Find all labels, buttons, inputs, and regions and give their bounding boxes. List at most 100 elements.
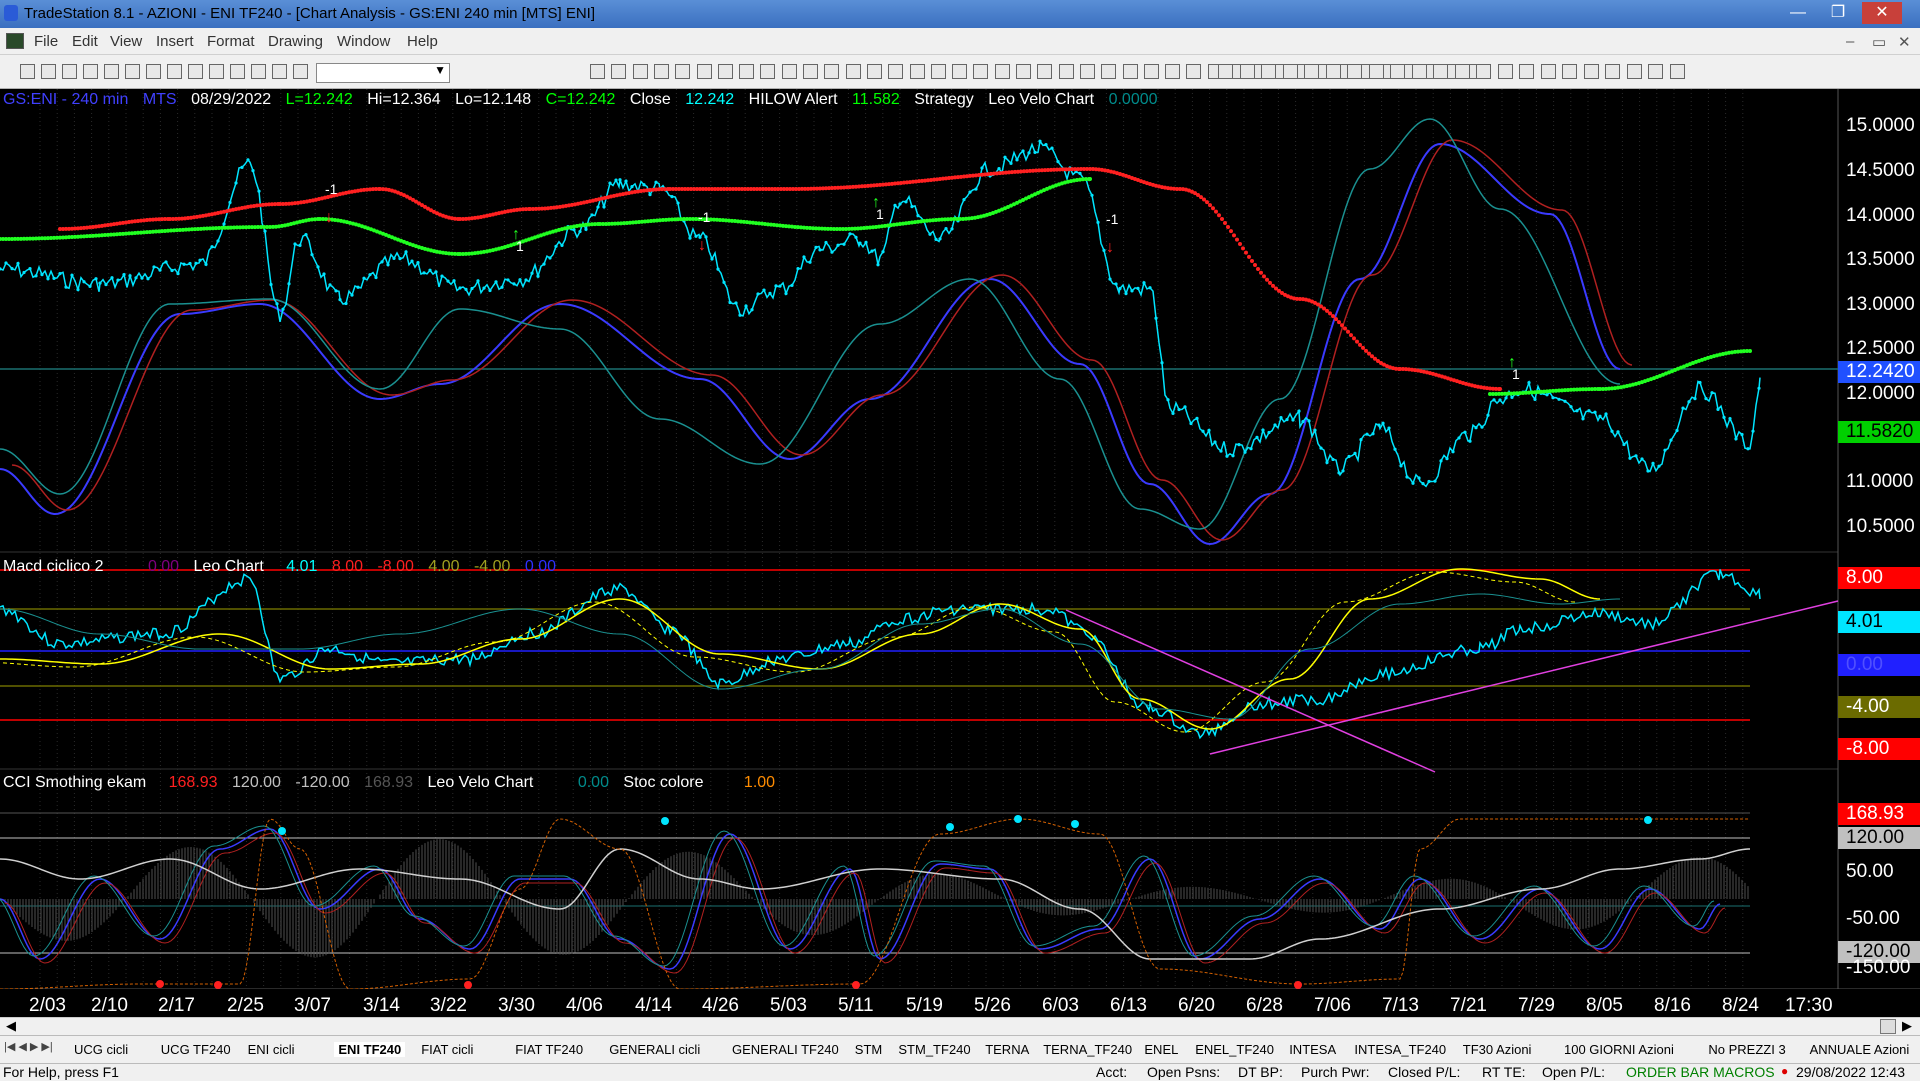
chart-area[interactable]: -1 ↓ -1 ↓ -1 ↓ 1 ↑ 1 ↑ 1 ↑ GS:ENI - 240 min MTS 08/… — [0, 89, 1920, 989]
tab-ucg-tf240[interactable]: UCG TF240 — [161, 1042, 231, 1057]
tab-generali-tf240[interactable]: GENERALI TF240 — [732, 1042, 839, 1057]
toolbar-button-icon[interactable] — [1368, 64, 1384, 79]
menu-view[interactable]: View — [110, 33, 142, 50]
toolbar-button-icon[interactable] — [888, 64, 904, 79]
menu-drawing[interactable]: Drawing — [268, 33, 323, 50]
toolbar-button-icon[interactable] — [632, 64, 648, 79]
tab-enel-tf240[interactable]: ENEL_TF240 — [1195, 1042, 1274, 1057]
chart-canvas[interactable]: -1↓ -1↓-1↓1↑1↑1↑ — [0, 89, 1920, 989]
toolbar-button-icon[interactable] — [1122, 64, 1138, 79]
toolbar-button-icon[interactable] — [1304, 64, 1319, 79]
toolbar-button-icon[interactable] — [1540, 64, 1556, 79]
toolbar-button-icon[interactable] — [1433, 64, 1448, 79]
mdi-minimize-button[interactable]: – — [1846, 33, 1854, 50]
toolbar-button-icon[interactable] — [696, 64, 712, 79]
toolbar-button-icon[interactable] — [1411, 64, 1427, 79]
horizontal-scrollbar[interactable]: ◀ ▶ — [0, 1017, 1920, 1036]
toolbar-button-icon[interactable] — [866, 64, 882, 79]
tab-intesa[interactable]: INTESA — [1289, 1042, 1336, 1057]
toolbar-button-icon[interactable] — [675, 64, 691, 79]
toolbar-button-icon[interactable] — [230, 64, 245, 79]
scroll-left-icon[interactable]: ◀ — [6, 1018, 16, 1034]
toolbar-button-icon[interactable] — [62, 64, 77, 79]
tab-no-prezzi-3[interactable]: No PREZZI 3 — [1708, 1042, 1785, 1057]
toolbar-button-icon[interactable] — [188, 64, 203, 79]
chevron-down-icon[interactable]: ▼ — [434, 63, 446, 77]
toolbar-button-icon[interactable] — [146, 64, 161, 79]
toolbar-button-icon[interactable] — [1519, 64, 1534, 79]
minimize-button[interactable]: — — [1778, 2, 1818, 24]
scroll-thumb[interactable] — [1880, 1019, 1896, 1034]
menu-file[interactable]: File — [34, 33, 58, 50]
toolbar-button-icon[interactable] — [611, 64, 627, 79]
mdi-restore-button[interactable]: ▭ — [1872, 33, 1886, 51]
toolbar-button-icon[interactable] — [1058, 64, 1074, 79]
toolbar-button-icon[interactable] — [781, 64, 797, 79]
toolbar-button-icon[interactable] — [1239, 64, 1255, 79]
tab-ucg-cicli[interactable]: UCG cicli — [74, 1042, 128, 1057]
toolbar-button-icon[interactable] — [1143, 64, 1159, 79]
toolbar-button-icon[interactable] — [1165, 64, 1181, 79]
toolbar-button-icon[interactable] — [930, 64, 946, 79]
toolbar-button-icon[interactable] — [653, 64, 669, 79]
toolbar-button-icon[interactable] — [994, 64, 1010, 79]
toolbar-button-icon[interactable] — [251, 64, 266, 79]
toolbar-button-icon[interactable] — [1497, 64, 1513, 79]
toolbar-button-icon[interactable] — [1454, 64, 1470, 79]
toolbar-button-icon[interactable] — [760, 64, 776, 79]
tab-nav-icons[interactable]: |◀ ◀ ▶ ▶| — [4, 1040, 53, 1053]
symbol-combo[interactable]: ▼ — [316, 63, 450, 83]
tab-tf30-azioni[interactable]: TF30 Azioni — [1463, 1042, 1532, 1057]
tab-eni-tf240[interactable]: ENI TF240 — [334, 1042, 406, 1057]
tab-intesa-tf240[interactable]: INTESA_TF240 — [1354, 1042, 1446, 1057]
toolbar-button-icon[interactable] — [1186, 64, 1202, 79]
toolbar-button-icon[interactable] — [1390, 64, 1405, 79]
tab-generali-cicli[interactable]: GENERALI cicli — [609, 1042, 700, 1057]
toolbar-button-icon[interactable] — [293, 64, 308, 79]
toolbar-button-icon[interactable] — [1347, 64, 1362, 79]
toolbar-button-icon[interactable] — [209, 64, 224, 79]
toolbar-button-icon[interactable] — [104, 64, 119, 79]
toolbar-button-icon[interactable] — [1079, 64, 1095, 79]
toolbar-button-icon[interactable] — [1282, 64, 1298, 79]
close-button[interactable]: ✕ — [1862, 2, 1902, 24]
toolbar-button-icon[interactable] — [824, 64, 840, 79]
toolbar-button-icon[interactable] — [1583, 64, 1599, 79]
tab-terna[interactable]: TERNA — [985, 1042, 1029, 1057]
mdi-close-button[interactable]: ✕ — [1898, 33, 1911, 51]
toolbar-button-icon[interactable] — [167, 64, 182, 79]
toolbar-button-icon[interactable] — [1476, 64, 1491, 79]
toolbar-button-icon[interactable] — [125, 64, 140, 79]
toolbar-button-icon[interactable] — [717, 64, 733, 79]
toolbar-button-icon[interactable] — [1325, 64, 1341, 79]
toolbar-button-icon[interactable] — [973, 64, 989, 79]
toolbar-button-icon[interactable] — [803, 64, 818, 79]
toolbar-button-icon[interactable] — [1101, 64, 1117, 79]
menu-format[interactable]: Format — [207, 33, 255, 50]
tab-fiat-cicli[interactable]: FIAT cicli — [421, 1042, 473, 1057]
toolbar-button-icon[interactable] — [952, 64, 968, 79]
toolbar-button-icon[interactable] — [1016, 64, 1031, 79]
toolbar-button-icon[interactable] — [1037, 64, 1053, 79]
tab-fiat-tf240[interactable]: FIAT TF240 — [515, 1042, 583, 1057]
maximize-button[interactable]: ❐ — [1818, 2, 1858, 24]
tab-100-giorni-azioni[interactable]: 100 GIORNI Azioni — [1564, 1042, 1674, 1057]
toolbar-button-icon[interactable] — [272, 64, 287, 79]
tab-enel[interactable]: ENEL — [1144, 1042, 1178, 1057]
toolbar-button-icon[interactable] — [1605, 64, 1620, 79]
menu-help[interactable]: Help — [407, 33, 438, 50]
menu-insert[interactable]: Insert — [156, 33, 194, 50]
toolbar-button-icon[interactable] — [1261, 64, 1276, 79]
toolbar-button-icon[interactable] — [1218, 64, 1233, 79]
menu-window[interactable]: Window — [337, 33, 390, 50]
tab-terna-tf240[interactable]: TERNA_TF240 — [1043, 1042, 1132, 1057]
toolbar-button-icon[interactable] — [909, 64, 925, 79]
toolbar-button-icon[interactable] — [20, 64, 35, 79]
toolbar-button-icon[interactable] — [1626, 64, 1642, 79]
menu-edit[interactable]: Edit — [72, 33, 98, 50]
tab-stm[interactable]: STM — [855, 1042, 882, 1057]
scroll-right-icon[interactable]: ▶ — [1902, 1018, 1912, 1034]
toolbar-button-icon[interactable] — [590, 64, 605, 79]
toolbar-button-icon[interactable] — [83, 64, 98, 79]
toolbar-button-icon[interactable] — [1648, 64, 1663, 79]
